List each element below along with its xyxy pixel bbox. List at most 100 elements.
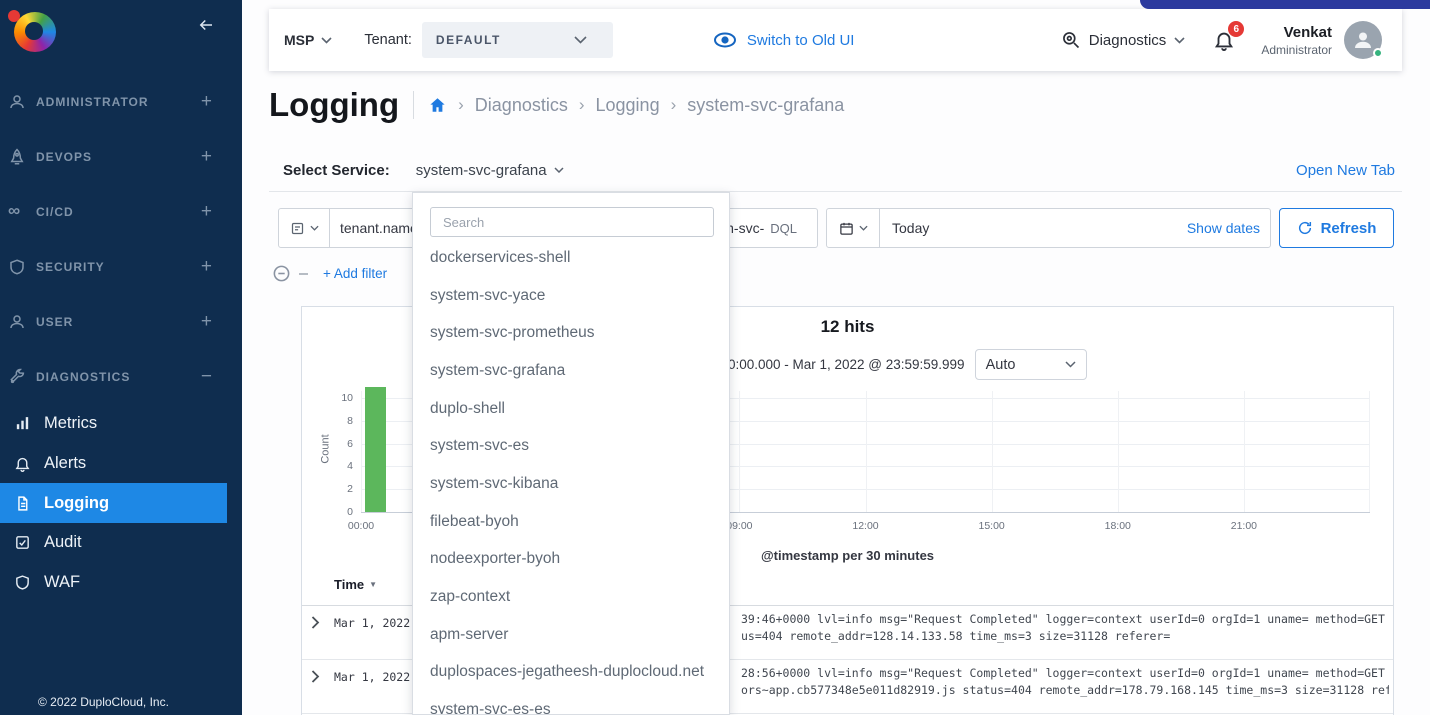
histogram-bar[interactable] bbox=[365, 387, 386, 512]
shield-icon bbox=[14, 574, 31, 591]
user-info[interactable]: Venkat Administrator bbox=[1261, 24, 1332, 57]
service-select[interactable]: system-svc-grafana bbox=[416, 162, 564, 179]
log-message: 39:46+0000 lvl=info msg="Request Complet… bbox=[741, 611, 1389, 645]
breadcrumb-logging[interactable]: Logging bbox=[596, 95, 660, 116]
log-timestamp: Mar 1, 2022 bbox=[334, 616, 410, 630]
service-dropdown: dockerservices-shellsystem-svc-yacesyste… bbox=[412, 192, 730, 715]
expand-icon[interactable]: + bbox=[201, 258, 212, 276]
title-row: Logging › Diagnostics › Logging › system… bbox=[269, 86, 844, 124]
breadcrumb-diagnostics[interactable]: Diagnostics bbox=[475, 95, 568, 116]
service-option[interactable]: filebeat-byoh bbox=[413, 503, 729, 541]
service-option[interactable]: duplo-shell bbox=[413, 390, 729, 428]
notifications-bell[interactable]: 6 bbox=[1213, 29, 1235, 51]
diagnostics-menu[interactable]: Diagnostics bbox=[1061, 30, 1186, 50]
duplocloud-logo[interactable] bbox=[8, 10, 64, 54]
infinity-icon: ∞ bbox=[8, 203, 26, 221]
service-select-value: system-svc-grafana bbox=[416, 162, 547, 179]
y-tick-label: 2 bbox=[327, 483, 353, 495]
calendar-icon bbox=[839, 221, 854, 236]
gridline bbox=[866, 391, 867, 512]
expand-row-icon[interactable] bbox=[311, 670, 320, 683]
sidebar-item-audit[interactable]: Audit bbox=[0, 523, 242, 563]
time-column-header[interactable]: Time ▼ bbox=[334, 577, 377, 592]
service-option[interactable]: system-svc-es bbox=[413, 427, 729, 465]
logo-swirl bbox=[14, 12, 56, 52]
sidebar-item-label: DIAGNOSTICS bbox=[36, 370, 201, 384]
service-option[interactable]: system-svc-grafana bbox=[413, 352, 729, 390]
dash-icon bbox=[299, 273, 308, 275]
query-menu-button[interactable] bbox=[278, 208, 330, 248]
service-option[interactable]: system-svc-prometheus bbox=[413, 314, 729, 352]
notification-count-badge: 6 bbox=[1228, 21, 1244, 37]
y-tick-label: 0 bbox=[327, 506, 353, 518]
diagnostics-label: Diagnostics bbox=[1089, 32, 1167, 49]
expand-row-icon[interactable] bbox=[311, 616, 320, 629]
interval-select[interactable]: Auto bbox=[975, 349, 1087, 380]
service-option[interactable]: zap-context bbox=[413, 578, 729, 616]
sidebar-item-waf[interactable]: WAF bbox=[0, 563, 242, 603]
tenant-select[interactable]: DEFAULT bbox=[422, 22, 613, 58]
dropdown-search-input[interactable] bbox=[430, 207, 714, 237]
sidebar-item-label: SECURITY bbox=[36, 260, 201, 274]
expand-icon[interactable]: + bbox=[201, 93, 212, 111]
msp-menu[interactable]: MSP bbox=[284, 32, 332, 48]
user-role: Administrator bbox=[1261, 43, 1332, 57]
app-root: ADMINISTRATOR + DEVOPS + ∞ CI/CD + SECUR… bbox=[0, 0, 1430, 715]
open-new-tab-link[interactable]: Open New Tab bbox=[1296, 162, 1395, 179]
time-header-label: Time bbox=[334, 577, 364, 592]
service-option[interactable]: duplospaces-jegatheesh-duplocloud.net bbox=[413, 654, 729, 692]
x-tick-label: 00:00 bbox=[348, 520, 374, 532]
logo-dot bbox=[8, 10, 20, 22]
expand-icon[interactable]: + bbox=[201, 148, 212, 166]
switch-old-ui-link[interactable]: Switch to Old UI bbox=[713, 32, 855, 49]
sidebar-item-label: Audit bbox=[44, 533, 82, 552]
add-filter-link[interactable]: + Add filter bbox=[323, 266, 387, 281]
refresh-button[interactable]: Refresh bbox=[1279, 208, 1394, 248]
service-option[interactable]: system-svc-kibana bbox=[413, 465, 729, 503]
show-dates-link[interactable]: Show dates bbox=[1187, 220, 1260, 236]
sidebar-item-diagnostics[interactable]: DIAGNOSTICS − bbox=[0, 349, 242, 404]
sidebar-item-cicd[interactable]: ∞ CI/CD + bbox=[0, 184, 242, 239]
refresh-label: Refresh bbox=[1321, 220, 1377, 237]
interval-value: Auto bbox=[986, 357, 1016, 373]
sidebar-item-metrics[interactable]: Metrics bbox=[0, 404, 242, 444]
service-row: Select Service: system-svc-grafana Open … bbox=[269, 149, 1402, 192]
sidebar-item-alerts[interactable]: Alerts bbox=[0, 444, 242, 484]
copyright-text: © 2022 DuploCloud, Inc. bbox=[38, 695, 169, 709]
service-option[interactable]: nodeexporter-byoh bbox=[413, 541, 729, 579]
avatar[interactable] bbox=[1344, 21, 1382, 59]
y-tick-label: 8 bbox=[327, 415, 353, 427]
circle-minus-icon[interactable] bbox=[272, 264, 291, 283]
page-title: Logging bbox=[269, 86, 399, 124]
person-icon bbox=[8, 93, 26, 111]
date-range-value[interactable]: Today bbox=[892, 220, 929, 236]
dql-toggle[interactable]: DQL bbox=[770, 221, 797, 236]
service-option[interactable]: system-svc-es-es bbox=[413, 691, 729, 715]
sidebar-item-devops[interactable]: DEVOPS + bbox=[0, 129, 242, 184]
collapse-section-icon[interactable]: − bbox=[201, 368, 212, 386]
date-picker: Today Show dates bbox=[826, 208, 1271, 248]
service-option[interactable]: dockerservices-shell bbox=[413, 239, 729, 277]
msp-label: MSP bbox=[284, 32, 314, 48]
service-option[interactable]: apm-server bbox=[413, 616, 729, 654]
service-option[interactable]: system-svc-yace bbox=[413, 277, 729, 315]
document-icon bbox=[14, 495, 31, 512]
switch-old-ui-label: Switch to Old UI bbox=[747, 32, 855, 49]
sidebar-item-logging[interactable]: Logging bbox=[0, 483, 227, 523]
sidebar-item-security[interactable]: SECURITY + bbox=[0, 239, 242, 294]
collapse-sidebar-icon[interactable] bbox=[196, 16, 216, 39]
expand-icon[interactable]: + bbox=[201, 203, 212, 221]
expand-icon[interactable]: + bbox=[201, 313, 212, 331]
eye-icon bbox=[713, 32, 737, 48]
sidebar-item-administrator[interactable]: ADMINISTRATOR + bbox=[0, 74, 242, 129]
top-header: MSP Tenant: DEFAULT Switch to Old UI Dia… bbox=[269, 9, 1402, 71]
sidebar-item-label: CI/CD bbox=[36, 205, 201, 219]
calendar-menu-button[interactable] bbox=[827, 209, 880, 247]
sidebar-item-label: Alerts bbox=[44, 454, 86, 473]
x-tick-label: 15:00 bbox=[978, 520, 1004, 532]
sidebar-item-user[interactable]: USER + bbox=[0, 294, 242, 349]
breadcrumb-separator: › bbox=[579, 95, 585, 115]
shield-icon bbox=[8, 258, 26, 276]
home-icon[interactable] bbox=[428, 96, 447, 114]
gridline bbox=[1118, 391, 1119, 512]
